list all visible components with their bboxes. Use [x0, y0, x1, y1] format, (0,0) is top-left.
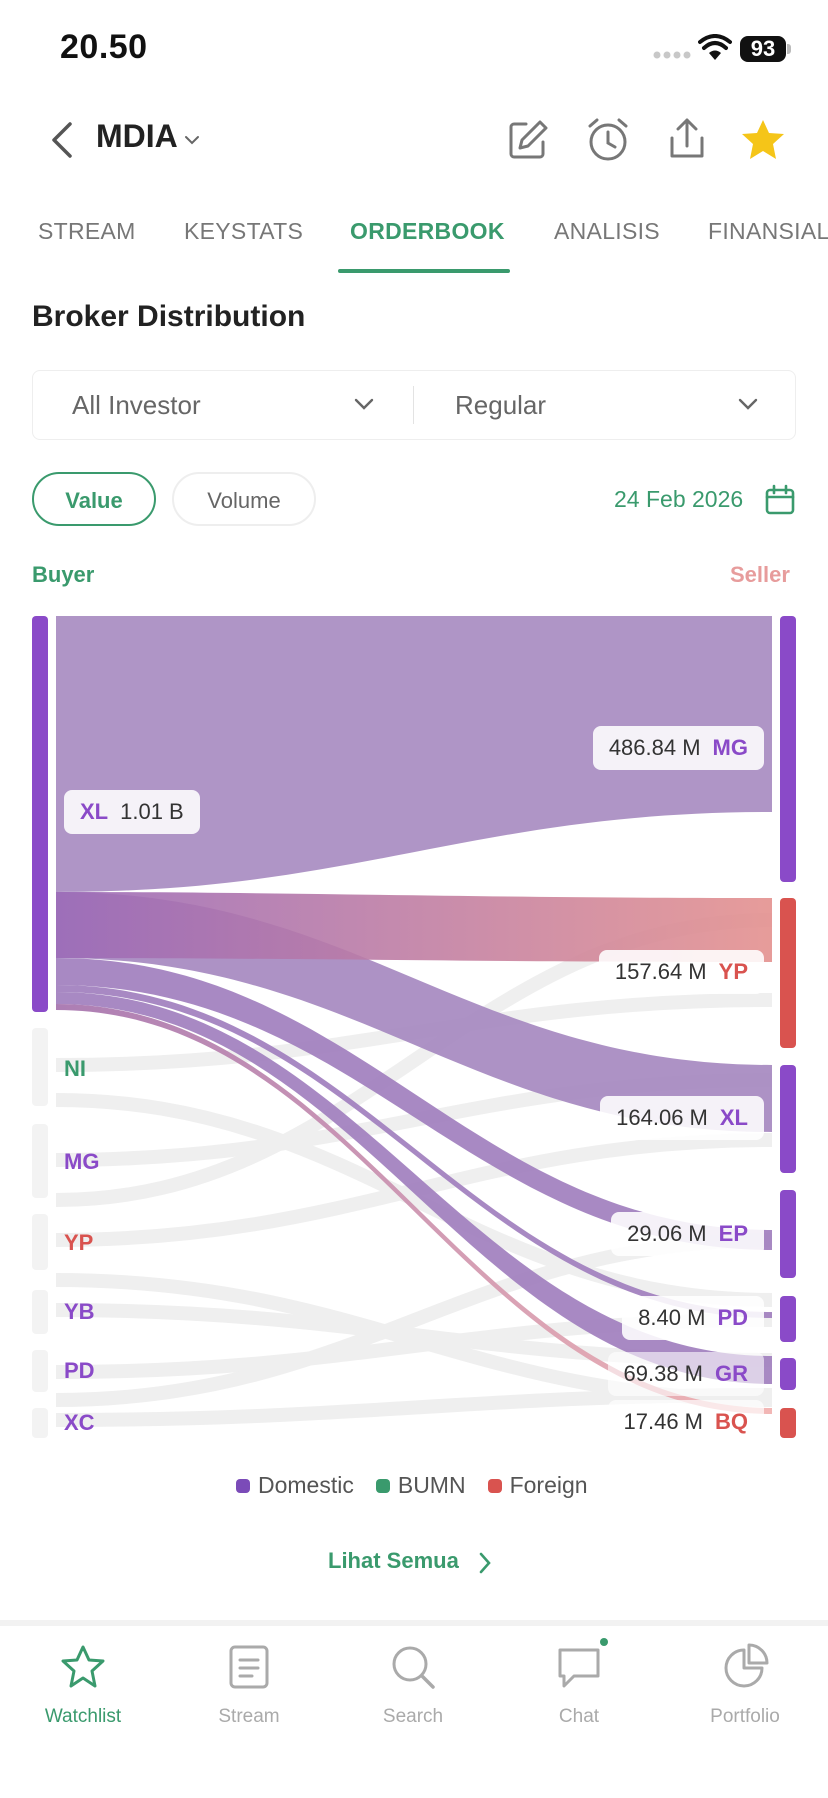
battery-tip [787, 44, 791, 54]
nav-label-portfolio: Portfolio [710, 1706, 780, 1727]
seller-tag-mg[interactable]: 486.84 M MG [592, 726, 764, 770]
nav-label-stream: Stream [218, 1706, 280, 1727]
chevron-down-icon[interactable] [182, 130, 202, 150]
seller-bar-mg [780, 616, 796, 882]
chevron-down-icon[interactable] [736, 394, 760, 414]
chart-legend: Domestic BUMN Foreign [236, 1472, 588, 1499]
legend-foreign: Foreign [487, 1472, 588, 1499]
status-time: 20.50 [60, 28, 148, 66]
wifi-icon [698, 34, 732, 60]
buyer-label-xc[interactable]: XC [64, 1410, 95, 1436]
pie-chart-icon [724, 1643, 769, 1688]
buyer-tag-xl[interactable]: XL 1.01 B [64, 790, 200, 834]
legend-bumn: BUMN [375, 1472, 466, 1499]
calendar-icon[interactable] [764, 484, 796, 516]
signal-icon [653, 51, 691, 59]
filter-divider [413, 386, 414, 424]
seller-bar-gr [780, 1358, 796, 1390]
section-title: Broker Distribution [32, 300, 306, 333]
tab-orderbook[interactable]: ORDERBOOK [350, 218, 505, 245]
buyer-bar-mg [32, 1124, 48, 1198]
back-icon[interactable] [48, 120, 76, 160]
tab-keystats[interactable]: KEYSTATS [184, 218, 303, 245]
seller-bar-yp [780, 898, 796, 1048]
seller-tag-bq[interactable]: 17.46 M BQ [607, 1400, 764, 1444]
seller-tag-xl[interactable]: 164.06 M XL [600, 1096, 764, 1140]
buyer-label-pd[interactable]: PD [64, 1358, 95, 1384]
buyer-bar-yp [32, 1214, 48, 1270]
legend-domestic: Domestic [236, 1472, 354, 1499]
market-filter[interactable]: Regular [455, 390, 546, 421]
chat-icon [558, 1648, 600, 1688]
value-toggle-button[interactable]: Value [32, 472, 156, 526]
chat-notification-dot [600, 1638, 608, 1646]
seller-bar-bq [780, 1408, 796, 1438]
star-outline-icon [61, 1645, 105, 1688]
chevron-right-icon[interactable] [476, 1550, 494, 1576]
buyer-label-yb[interactable]: YB [64, 1299, 95, 1325]
investor-filter[interactable]: All Investor [72, 390, 201, 421]
buyer-column-label: Buyer [32, 562, 95, 587]
edit-icon[interactable] [506, 118, 550, 162]
see-all-link[interactable]: Lihat Semua [328, 1548, 459, 1574]
search-icon [392, 1646, 435, 1689]
active-tab-indicator [338, 269, 510, 273]
seller-tag-gr[interactable]: 69.38 M GR [607, 1352, 764, 1396]
nav-label-watchlist: Watchlist [44, 1706, 122, 1727]
foreign-swatch [487, 1478, 502, 1493]
document-icon [229, 1645, 269, 1689]
buyer-bar-pd [32, 1350, 48, 1392]
buyer-label-yp[interactable]: YP [64, 1230, 93, 1256]
domestic-swatch [236, 1478, 250, 1493]
seller-tag-ep[interactable]: 29.06 M EP [611, 1212, 764, 1256]
alarm-icon[interactable] [586, 116, 630, 164]
seller-bar-pd [780, 1296, 796, 1342]
seller-column-label: Seller [730, 562, 790, 587]
buyer-bar-xc [32, 1408, 48, 1438]
bottom-navigation: Watchlist Stream Search Chat Portfolio [0, 1620, 828, 1798]
star-icon[interactable] [740, 118, 786, 162]
seller-tag-yp[interactable]: 157.64 M YP [598, 950, 764, 994]
tab-finansial[interactable]: FINANSIAL [708, 218, 828, 245]
tab-analisis[interactable]: ANALISIS [554, 218, 660, 245]
volume-toggle-button[interactable]: Volume [172, 472, 316, 526]
nav-label-chat: Chat [558, 1706, 600, 1727]
ticker-symbol[interactable]: MDIA [96, 118, 178, 155]
buyer-bar-ni [32, 1028, 48, 1106]
tab-stream[interactable]: STREAM [38, 218, 136, 245]
buyer-label-ni[interactable]: NI [64, 1056, 86, 1082]
seller-tag-pd[interactable]: 8.40 M PD [622, 1296, 764, 1340]
bumn-swatch [375, 1478, 390, 1493]
battery-indicator: 93 [740, 36, 786, 62]
seller-bar-ep [780, 1190, 796, 1278]
share-icon[interactable] [666, 116, 708, 162]
buyer-label-mg[interactable]: MG [64, 1149, 99, 1175]
date-picker-label[interactable]: 24 Feb 2026 [614, 486, 743, 513]
buyer-bar-yb [32, 1290, 48, 1334]
buyer-bar-xl [32, 616, 48, 1012]
nav-label-search: Search [382, 1706, 444, 1727]
seller-bar-xl [780, 1065, 796, 1173]
chevron-down-icon[interactable] [352, 394, 376, 414]
